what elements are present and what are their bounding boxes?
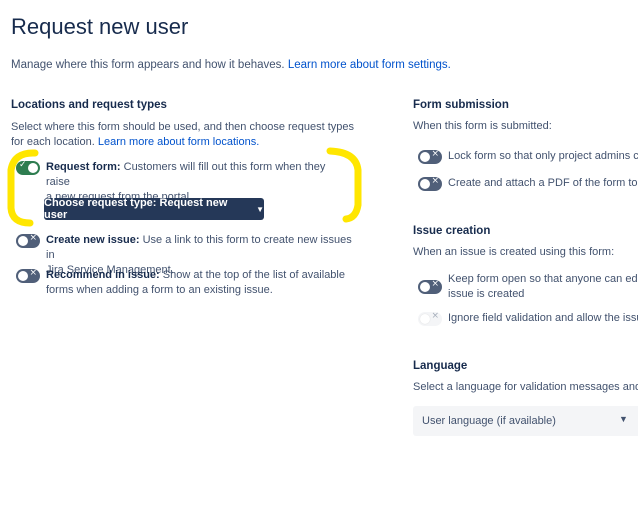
right-bracket <box>326 147 362 223</box>
left-bracket <box>7 149 39 227</box>
highlight-annotation <box>7 147 362 227</box>
